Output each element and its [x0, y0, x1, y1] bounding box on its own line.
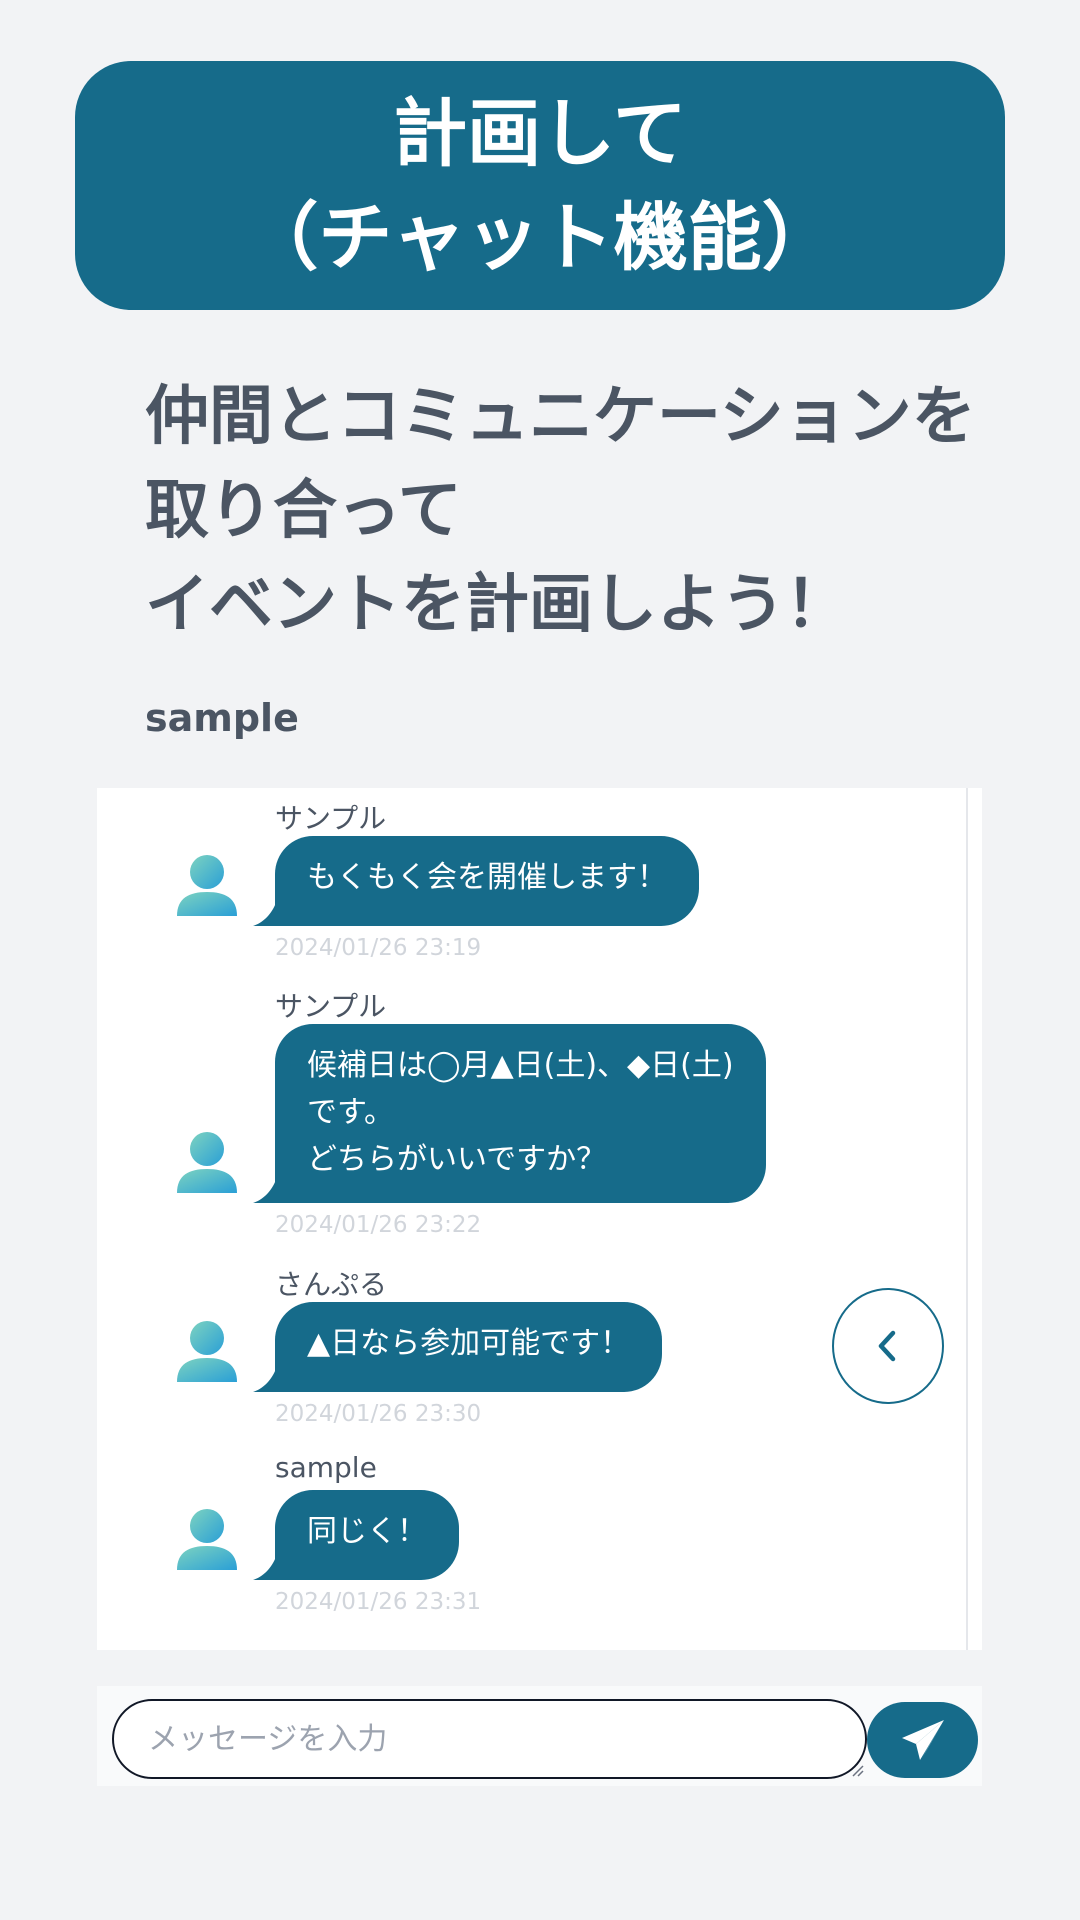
- message-text: です。: [307, 1095, 394, 1130]
- chat-scrollbar[interactable]: [966, 788, 982, 1650]
- message-bubble: 候補日は◯月▲日(土)、◆日(土) です。 どちらがいいですか？: [253, 1024, 766, 1203]
- user-avatar-icon: [177, 855, 237, 916]
- message-sender: sample: [275, 1451, 377, 1484]
- message-sender: さんぷる: [275, 1268, 388, 1301]
- message-bubble: もくもく会を開催します！: [253, 836, 699, 926]
- bubble-tail: [253, 1554, 277, 1580]
- lead-line3: イベントを計画しよう！: [145, 568, 849, 642]
- message-text: 同じく！: [307, 1514, 427, 1549]
- chat-message: sample 同じく！ 2024/01/26 23:31: [97, 1442, 967, 1624]
- hero-banner: 計画して （チャット機能）: [75, 61, 1005, 310]
- bubble-tail: [253, 900, 277, 926]
- lead-line1: 仲間とコミュニケーションを: [145, 380, 976, 454]
- lead-line2: 取り合って: [145, 474, 462, 548]
- paper-plane-icon: [901, 1720, 944, 1760]
- hero-title-line2: （チャット機能）: [244, 194, 836, 281]
- chat-message: サンプル もくもく会を開催します！ 2024/01/26 23:19: [97, 788, 967, 970]
- bubble-tail: [253, 1366, 277, 1392]
- message-bubble: ▲日なら参加可能です！: [253, 1302, 663, 1392]
- message-text: ▲日なら参加可能です！: [307, 1326, 631, 1361]
- hero-title-line1: 計画して: [393, 90, 687, 177]
- send-button[interactable]: [867, 1702, 978, 1778]
- message-sender: サンプル: [275, 802, 387, 835]
- chat-panel[interactable]: サンプル もくもく会を開催します！ 2024/01/26 23:19 サンプル …: [97, 788, 967, 1650]
- bubble-tail: [253, 1177, 277, 1203]
- chat-message: サンプル 候補日は◯月▲日(土)、◆日(土) です。 どちらがいいですか？ 20…: [97, 976, 967, 1252]
- lead-text: 仲間とコミュニケーションを 取り合って イベントを計画しよう！: [145, 370, 976, 652]
- message-input[interactable]: [112, 1699, 867, 1779]
- current-username: sample: [145, 696, 299, 740]
- message-bubble: 同じく！: [253, 1490, 459, 1580]
- resize-grip-icon[interactable]: [850, 1763, 864, 1777]
- message-timestamp: 2024/01/26 23:22: [275, 1212, 482, 1238]
- user-avatar-icon: [177, 1509, 237, 1570]
- message-timestamp: 2024/01/26 23:30: [275, 1401, 482, 1427]
- user-avatar-icon: [177, 1132, 237, 1193]
- back-button[interactable]: [832, 1288, 944, 1404]
- chevron-left-icon: [878, 1330, 896, 1362]
- message-text: どちらがいいですか？: [307, 1142, 607, 1177]
- message-text: 候補日は◯月▲日(土)、◆日(土): [307, 1048, 734, 1083]
- user-avatar-icon: [177, 1321, 237, 1382]
- message-text: もくもく会を開催します！: [307, 860, 667, 895]
- message-timestamp: 2024/01/26 23:19: [275, 935, 482, 961]
- message-sender: サンプル: [275, 990, 387, 1023]
- message-timestamp: 2024/01/26 23:31: [275, 1589, 482, 1615]
